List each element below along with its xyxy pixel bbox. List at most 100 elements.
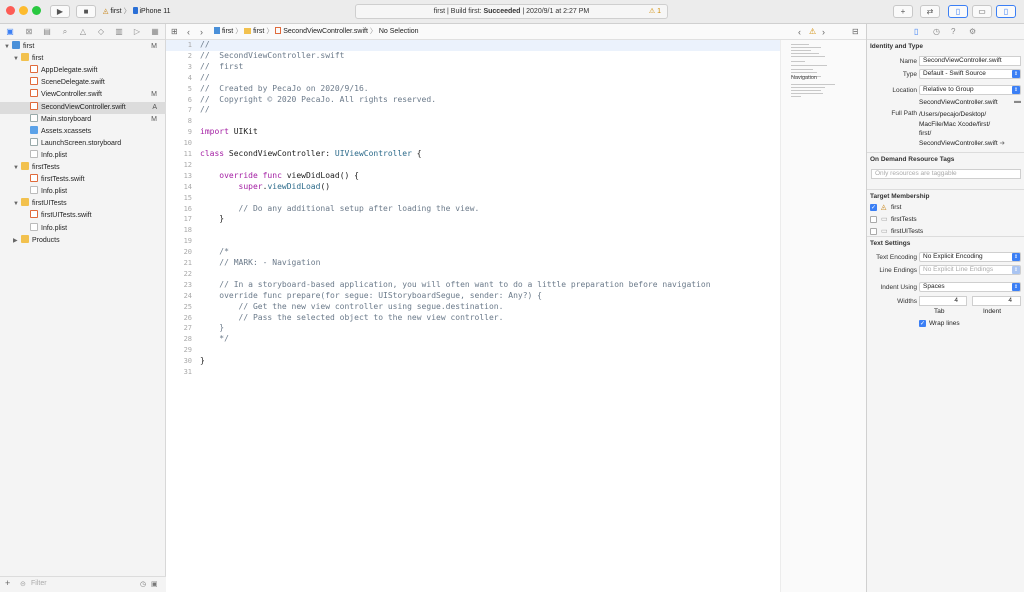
- tree-group[interactable]: ▼ firstUITests: [0, 198, 166, 210]
- tree-file[interactable]: AppDelegate.swift: [0, 65, 166, 77]
- warning-indicator[interactable]: ⚠ 1: [649, 5, 661, 18]
- scheme-selector[interactable]: ◬ first 〉 iPhone 11: [103, 5, 171, 18]
- report-tab-icon[interactable]: ▦: [150, 27, 160, 37]
- tab-width-field[interactable]: 4: [919, 296, 967, 306]
- tree-file[interactable]: Info.plist: [0, 149, 166, 162]
- tree-item-label: ViewController.swift: [41, 91, 102, 99]
- breakpoint-tab-icon[interactable]: ▷: [132, 27, 142, 37]
- project-navigator-tab-icon[interactable]: ▣: [5, 27, 15, 37]
- test-tab-icon[interactable]: ◇: [96, 27, 106, 37]
- disclosure-open-icon[interactable]: ▼: [4, 41, 12, 53]
- odr-tags-field[interactable]: Only resources are taggable: [871, 169, 1021, 179]
- related-items-icon[interactable]: ⊞: [171, 24, 178, 40]
- next-issue-icon[interactable]: ›: [822, 24, 825, 40]
- run-button[interactable]: ▶: [50, 5, 70, 18]
- target-checkbox[interactable]: ✓: [870, 204, 877, 211]
- identity-inspector-tab-icon[interactable]: ⚙: [969, 27, 976, 36]
- line-endings-popup[interactable]: No Explicit Line Endings ⇕: [919, 265, 1021, 275]
- file-inspector-tab-icon[interactable]: ▯: [914, 27, 918, 36]
- tree-item-label: first: [32, 55, 44, 63]
- toggle-navigator-button[interactable]: ▯: [948, 5, 968, 18]
- breadcrumb-project[interactable]: first: [222, 28, 233, 35]
- debug-tab-icon[interactable]: ▥: [114, 27, 124, 37]
- issue-tab-icon[interactable]: △: [78, 27, 88, 37]
- line-number: 22: [183, 269, 192, 278]
- code-line: override func viewDidLoad() {: [200, 171, 359, 180]
- indent-using-label: Indent Using: [880, 284, 918, 291]
- toggle-inspector-button[interactable]: ▯: [996, 5, 1016, 18]
- code-line: // first: [200, 62, 243, 71]
- disclosure-open-icon[interactable]: ▼: [13, 198, 21, 210]
- tree-file[interactable]: LaunchScreen.storyboard: [0, 137, 166, 150]
- scm-status-badge: M: [151, 43, 157, 50]
- name-field[interactable]: SecondViewController.swift: [919, 56, 1021, 66]
- recent-files-icon[interactable]: ◷: [140, 580, 146, 588]
- line-number: 31: [183, 368, 192, 376]
- fullpath-filename: SecondViewController.swift: [919, 139, 998, 147]
- help-inspector-tab-icon[interactable]: ?: [951, 27, 955, 36]
- scm-filter-icon[interactable]: ▣: [151, 580, 158, 588]
- add-editor-icon[interactable]: ⊟: [852, 24, 859, 40]
- breadcrumb-group[interactable]: first: [253, 28, 264, 35]
- folder-icon: [21, 162, 29, 170]
- tree-file[interactable]: ViewController.swift M: [0, 89, 166, 101]
- popup-arrows-icon: ⇕: [1012, 283, 1020, 291]
- warning-icon[interactable]: ⚠: [809, 24, 816, 40]
- forward-arrow-icon[interactable]: ›: [200, 24, 203, 40]
- disclosure-closed-icon[interactable]: ▶: [13, 235, 21, 247]
- popup-arrows-icon: ⇕: [1012, 266, 1020, 274]
- source-control-tab-icon[interactable]: ⊠: [24, 27, 34, 37]
- tree-group[interactable]: ▼ first: [0, 53, 166, 65]
- library-button[interactable]: +: [893, 5, 913, 18]
- tree-file[interactable]: SceneDelegate.swift: [0, 77, 166, 89]
- history-inspector-tab-icon[interactable]: ◷: [933, 27, 940, 36]
- target-checkbox[interactable]: [870, 216, 877, 223]
- breadcrumb-file[interactable]: SecondViewController.swift: [283, 28, 368, 35]
- disclosure-open-icon[interactable]: ▼: [13, 53, 21, 65]
- code-review-button[interactable]: ⇄: [920, 5, 940, 18]
- tree-file[interactable]: Main.storyboard M: [0, 113, 166, 126]
- tree-file[interactable]: Assets.xcassets: [0, 125, 166, 138]
- code-token: // Copyright © 2020 PecaJo. All rights r…: [200, 94, 437, 104]
- add-file-icon[interactable]: +: [5, 578, 10, 588]
- tree-file[interactable]: Info.plist: [0, 186, 166, 198]
- tree-group[interactable]: ▼ firstTests: [0, 162, 166, 174]
- tree-group[interactable]: ▼ first M: [0, 41, 166, 53]
- tree-file[interactable]: firstTests.swift: [0, 174, 166, 186]
- tree-group[interactable]: ▶ Products: [0, 234, 166, 247]
- window-toolbar: ▶ ■ ◬ first 〉 iPhone 11 first | Build fi…: [0, 0, 1024, 24]
- location-popup[interactable]: Relative to Group ⇕: [919, 85, 1021, 95]
- zoom-window-button[interactable]: [32, 6, 41, 15]
- prev-issue-icon[interactable]: ‹: [798, 24, 801, 40]
- code-token: */: [200, 334, 229, 344]
- tree-file[interactable]: SecondViewController.swift A: [0, 101, 166, 114]
- find-tab-icon[interactable]: ⌕: [60, 27, 70, 37]
- symbol-tab-icon[interactable]: ▤: [42, 27, 52, 37]
- target-checkbox[interactable]: [870, 228, 877, 235]
- minimize-window-button[interactable]: [19, 6, 28, 15]
- minimap[interactable]: Navigation: [780, 40, 866, 592]
- type-popup[interactable]: Default - Swift Source ⇕: [919, 69, 1021, 79]
- indent-width-field[interactable]: 4: [972, 296, 1021, 306]
- play-icon: ▶: [56, 7, 64, 16]
- stop-button[interactable]: ■: [76, 5, 96, 18]
- swift-file-icon: [30, 77, 38, 86]
- reveal-in-finder-icon[interactable]: ➜: [999, 140, 1004, 147]
- code-area[interactable]: 1 // 2 // SecondViewController.swift 3 // fir…: [166, 40, 780, 592]
- odr-section-title: On Demand Resource Tags: [870, 156, 955, 163]
- close-window-button[interactable]: [6, 6, 15, 15]
- wrap-lines-checkbox[interactable]: ✓: [919, 320, 926, 327]
- indent-using-popup[interactable]: Spaces ⇕: [919, 282, 1021, 292]
- encoding-popup[interactable]: No Explicit Encoding ⇕: [919, 252, 1021, 262]
- tree-file[interactable]: Info.plist: [0, 222, 166, 235]
- disclosure-open-icon[interactable]: ▼: [13, 162, 21, 174]
- bottom-panel-icon: ▭: [978, 7, 986, 16]
- code-token: override func prepare(for segue: UIStory…: [200, 290, 542, 300]
- folder-icon[interactable]: ▬: [1014, 98, 1021, 105]
- back-arrow-icon[interactable]: ‹: [187, 24, 190, 40]
- tree-file[interactable]: firstUITests.swift: [0, 210, 166, 222]
- chevron-right-icon: 〉: [235, 28, 243, 35]
- toggle-debug-area-button[interactable]: ▭: [972, 5, 992, 18]
- filter-input[interactable]: Filter: [31, 580, 47, 587]
- breadcrumb-symbol[interactable]: No Selection: [379, 28, 419, 35]
